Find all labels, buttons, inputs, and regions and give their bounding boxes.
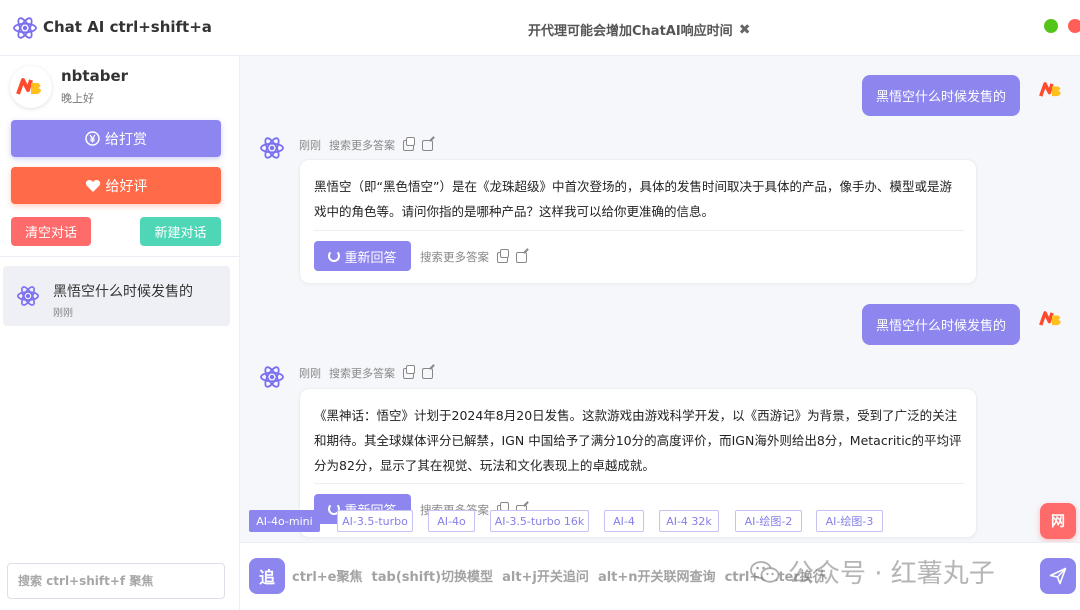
sidebar-divider (0, 256, 239, 257)
bot-atom-icon (260, 137, 284, 159)
input-bar: 追 公众号 · 红薯丸子 (240, 542, 1080, 610)
nb-logo-icon (1039, 82, 1061, 97)
conversation-item[interactable]: 黑悟空什么时候发售的 刚刚 (3, 266, 230, 326)
copy-icon[interactable] (497, 248, 509, 263)
model-chip[interactable]: AI-3.5-turbo 16k (490, 510, 589, 532)
maximize-button[interactable] (1044, 19, 1058, 33)
model-chip[interactable]: AI-3.5-turbo (337, 510, 413, 532)
message-time: 刚刚 (299, 367, 321, 380)
send-button[interactable] (1040, 558, 1076, 594)
proxy-notice-text: 开代理可能会增加ChatAI响应时间 (528, 24, 733, 39)
chat-input[interactable] (292, 563, 982, 591)
chat-area: 黑悟空什么时候发售的 刚刚 搜索更多答案 黑悟空（即“黑色悟空”）是在《龙珠超级… (240, 56, 1080, 610)
model-chip[interactable]: AI-绘图-2 (735, 510, 802, 532)
search-more-answers-link[interactable]: 搜索更多答案 (420, 249, 489, 265)
nb-logo-icon (1039, 311, 1061, 326)
edit-icon[interactable] (422, 367, 433, 379)
review-button-label: 给好评 (105, 178, 148, 195)
username: nbtaber (61, 67, 129, 85)
new-chat-button[interactable]: 新建对话 (140, 217, 221, 246)
bot-message-text: 《黑神话：悟空》计划于2024年8月20日发售。这款游戏由游戏科学开发，以《西游… (314, 408, 962, 473)
model-chip[interactable]: AI-4o-mini (249, 510, 320, 532)
card-divider (314, 483, 964, 484)
yen-coin-icon (85, 131, 100, 146)
message-time: 刚刚 (299, 139, 321, 152)
atom-logo-icon (13, 17, 37, 39)
edit-icon[interactable] (516, 251, 527, 263)
model-chip[interactable]: AI-4o (428, 510, 475, 532)
atom-icon (17, 286, 39, 306)
follow-up-toggle-button[interactable]: 追 (249, 558, 285, 594)
title-bar: Chat AI ctrl+shift+a 开代理可能会增加ChatAI响应时间 … (0, 0, 1080, 56)
greeting: 晚上好 (61, 92, 94, 105)
copy-icon[interactable] (403, 364, 415, 379)
nb-logo-icon (16, 78, 41, 95)
user-avatar (1038, 305, 1066, 333)
send-icon (1049, 567, 1067, 585)
model-chip[interactable]: AI-绘图-3 (816, 510, 883, 532)
close-icon[interactable]: ✖ (739, 22, 751, 38)
conversation-time: 刚刚 (53, 308, 73, 319)
model-chip[interactable]: AI-4 32k (659, 510, 719, 532)
bot-atom-icon (260, 366, 284, 388)
heart-icon (85, 179, 100, 192)
user-avatar (1038, 76, 1066, 104)
sidebar: nbtaber 晚上好 给打赏 给好评 清空对话 新建对话 黑悟空什么时候发售的… (0, 56, 240, 610)
conversation-search-input[interactable] (7, 563, 225, 599)
web-search-toggle-button[interactable]: 网 (1040, 503, 1076, 539)
user-message-bubble: 黑悟空什么时候发售的 (861, 304, 1020, 345)
reward-button-label: 给打赏 (105, 131, 147, 148)
app-title: Chat AI ctrl+shift+a (43, 18, 212, 36)
card-actions: 搜索更多答案 (420, 248, 527, 265)
regenerate-button-label: 重新回答 (344, 250, 397, 266)
search-more-answers-link[interactable]: 搜索更多答案 (329, 365, 395, 381)
refresh-icon (328, 250, 341, 262)
regenerate-button[interactable]: 重新回答 (314, 241, 411, 271)
proxy-notice: 开代理可能会增加ChatAI响应时间 ✖ (528, 20, 751, 40)
search-more-answers-link[interactable]: 搜索更多答案 (329, 137, 395, 153)
avatar[interactable] (10, 66, 52, 108)
card-divider (314, 230, 964, 231)
close-window-button[interactable] (1068, 19, 1080, 33)
copy-icon[interactable] (403, 136, 415, 151)
message-meta: 刚刚 搜索更多答案 (299, 136, 433, 153)
bot-message-text: 黑悟空（即“黑色悟空”）是在《龙珠超级》中首次登场的，具体的发售时间取决于具体的… (314, 179, 952, 219)
conversation-title: 黑悟空什么时候发售的 (53, 284, 193, 300)
edit-icon[interactable] (422, 139, 433, 151)
reward-button[interactable]: 给打赏 (11, 120, 221, 157)
bot-message-card: 黑悟空（即“黑色悟空”）是在《龙珠超级》中首次登场的，具体的发售时间取决于具体的… (299, 159, 977, 284)
user-message-bubble: 黑悟空什么时候发售的 (861, 75, 1020, 116)
model-chip[interactable]: AI-4 (604, 510, 644, 532)
review-button[interactable]: 给好评 (11, 167, 221, 204)
clear-chat-button[interactable]: 清空对话 (11, 217, 91, 246)
message-meta: 刚刚 搜索更多答案 (299, 364, 433, 381)
